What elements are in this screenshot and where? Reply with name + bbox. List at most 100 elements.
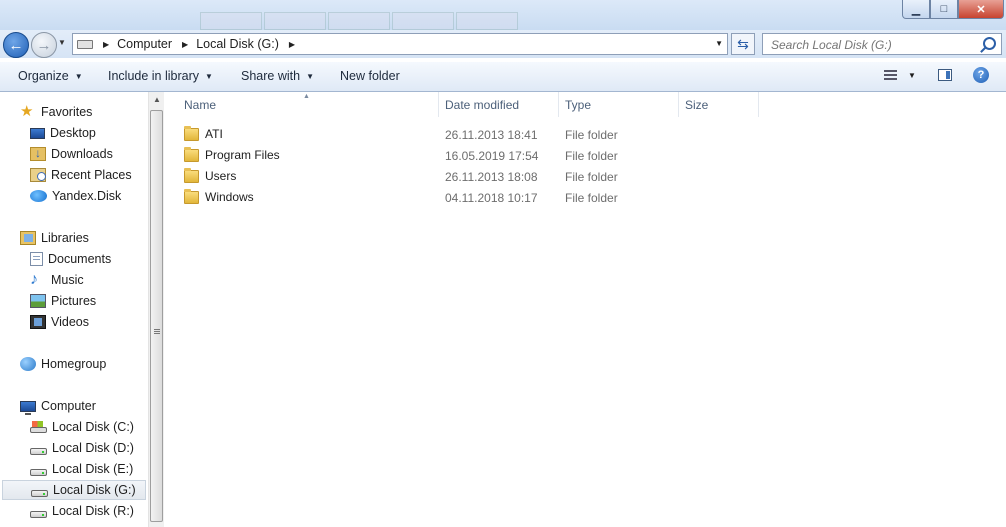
yandex-disk-icon: [30, 190, 47, 202]
downloads-icon: [30, 146, 46, 161]
organize-button[interactable]: Organize ▼: [18, 69, 83, 83]
file-name: ATI: [205, 127, 223, 141]
scroll-up-icon[interactable]: ▲: [153, 95, 161, 104]
navigation-pane: ★ Favorites Desktop Downloads Recent Plac…: [0, 92, 148, 527]
nav-label: Local Disk (E:): [52, 462, 134, 476]
change-view-icon[interactable]: [884, 70, 897, 81]
folder-icon: [184, 146, 199, 162]
nav-item-videos[interactable]: Videos: [30, 312, 89, 332]
breadcrumb-computer[interactable]: Computer: [117, 37, 172, 51]
navigation-scrollbar[interactable]: ▲: [148, 92, 164, 527]
file-type: File folder: [565, 191, 618, 205]
file-type: File folder: [565, 170, 618, 184]
nav-item-downloads[interactable]: Downloads: [30, 144, 113, 164]
background-window-ghost: [200, 12, 520, 30]
forward-button[interactable]: →: [31, 32, 57, 58]
chevron-right-icon[interactable]: ▶: [289, 40, 295, 49]
nav-favorites[interactable]: ★ Favorites: [20, 102, 92, 122]
column-header-size[interactable]: Size: [679, 92, 759, 117]
drive-icon: [30, 468, 47, 476]
recent-pages-dropdown[interactable]: ▼: [58, 38, 66, 47]
back-arrow-icon: ←: [8, 36, 24, 54]
nav-item-local-disk-r[interactable]: Local Disk (R:): [30, 501, 134, 521]
nav-homegroup[interactable]: Homegroup: [20, 354, 106, 374]
column-header-type[interactable]: Type: [559, 92, 679, 117]
share-with-button[interactable]: Share with ▼: [241, 69, 314, 83]
file-name-cell: Program Files: [184, 146, 280, 162]
nav-item-recent-places[interactable]: Recent Places: [30, 165, 132, 185]
drive-icon: [31, 489, 48, 497]
chevron-right-icon[interactable]: ▶: [182, 40, 188, 49]
folder-icon: [184, 188, 199, 204]
window-controls: ▁ □ ✕: [902, 0, 1004, 19]
file-date: 26.11.2013 18:41: [445, 128, 538, 142]
refresh-icon: ⇆: [737, 35, 749, 52]
preview-pane-icon[interactable]: [938, 69, 952, 81]
nav-label: Homegroup: [41, 357, 107, 371]
scrollbar-thumb[interactable]: [150, 110, 163, 522]
nav-item-local-disk-g[interactable]: Local Disk (G:): [2, 480, 146, 500]
breadcrumb-local-disk-g[interactable]: Local Disk (G:): [196, 37, 279, 51]
file-name-cell: Users: [184, 167, 236, 183]
address-history-dropdown[interactable]: ▼: [715, 39, 723, 48]
include-in-library-button[interactable]: Include in library ▼: [108, 69, 213, 83]
nav-computer[interactable]: Computer: [20, 396, 96, 416]
minimize-icon: ▁: [911, 3, 921, 16]
back-button[interactable]: ←: [3, 32, 29, 58]
nav-label: Local Disk (D:): [52, 441, 134, 455]
nav-item-yandex-disk[interactable]: Yandex.Disk: [30, 186, 121, 206]
nav-label: Music: [51, 273, 84, 287]
close-button[interactable]: ✕: [958, 0, 1004, 19]
file-row[interactable]: ATI 26.11.2013 18:41 File folder: [178, 124, 778, 145]
file-row[interactable]: Users 26.11.2013 18:08 File folder: [178, 166, 778, 187]
nav-item-desktop[interactable]: Desktop: [30, 123, 96, 143]
refresh-button[interactable]: ⇆: [731, 33, 755, 55]
nav-label: Local Disk (R:): [52, 504, 134, 518]
recent-places-icon: [30, 168, 46, 182]
file-date: 16.05.2019 17:54: [445, 149, 539, 163]
minimize-button[interactable]: ▁: [902, 0, 930, 19]
nav-item-local-disk-c[interactable]: Local Disk (C:): [30, 417, 134, 437]
nav-label: Local Disk (G:): [53, 483, 136, 497]
folder-icon: [184, 167, 199, 183]
pictures-icon: [30, 294, 46, 308]
search-input[interactable]: [769, 35, 983, 55]
search-box[interactable]: [762, 33, 1002, 55]
title-bar: ▁ □ ✕: [0, 0, 1006, 30]
drive-icon: [30, 510, 47, 518]
nav-item-music[interactable]: ♪ Music: [30, 270, 84, 290]
nav-libraries[interactable]: Libraries: [20, 228, 89, 248]
maximize-icon: □: [940, 3, 948, 15]
breadcrumb: ▶ Computer ▶ Local Disk (G:) ▶: [93, 37, 303, 51]
file-date: 04.11.2018 10:17: [445, 191, 538, 205]
file-name-cell: ATI: [184, 125, 223, 141]
column-header-date-modified[interactable]: Date modified: [439, 92, 559, 117]
command-bar: Organize ▼ Include in library ▼ Share with…: [0, 62, 1006, 92]
help-icon[interactable]: ?: [973, 67, 989, 83]
file-type: File folder: [565, 149, 618, 163]
folder-icon: [184, 125, 199, 141]
file-row[interactable]: Windows 04.11.2018 10:17 File folder: [178, 187, 778, 208]
nav-item-documents[interactable]: Documents: [30, 249, 111, 269]
file-row[interactable]: Program Files 16.05.2019 17:54 File fold…: [178, 145, 778, 166]
maximize-button[interactable]: □: [930, 0, 958, 19]
drive-icon: [77, 39, 93, 49]
nav-item-local-disk-e[interactable]: Local Disk (E:): [30, 459, 133, 479]
nav-item-pictures[interactable]: Pictures: [30, 291, 96, 311]
address-bar[interactable]: ▶ Computer ▶ Local Disk (G:) ▶ ▼: [72, 33, 728, 55]
search-icon[interactable]: [983, 37, 996, 50]
view-options-dropdown[interactable]: ▼: [908, 71, 916, 80]
star-icon: ★: [20, 103, 34, 120]
close-icon: ✕: [976, 3, 986, 16]
music-icon: ♪: [30, 271, 38, 288]
chevron-right-icon[interactable]: ▶: [103, 40, 109, 49]
new-folder-button[interactable]: New folder: [340, 69, 400, 83]
nav-item-local-disk-d[interactable]: Local Disk (D:): [30, 438, 134, 458]
column-label: Size: [685, 97, 709, 112]
file-name: Program Files: [205, 148, 280, 162]
file-name-cell: Windows: [184, 188, 254, 204]
chevron-down-icon: ▼: [306, 71, 314, 81]
file-type: File folder: [565, 128, 618, 142]
sort-ascending-icon: ▲: [303, 93, 310, 100]
desktop-icon: [30, 127, 45, 139]
